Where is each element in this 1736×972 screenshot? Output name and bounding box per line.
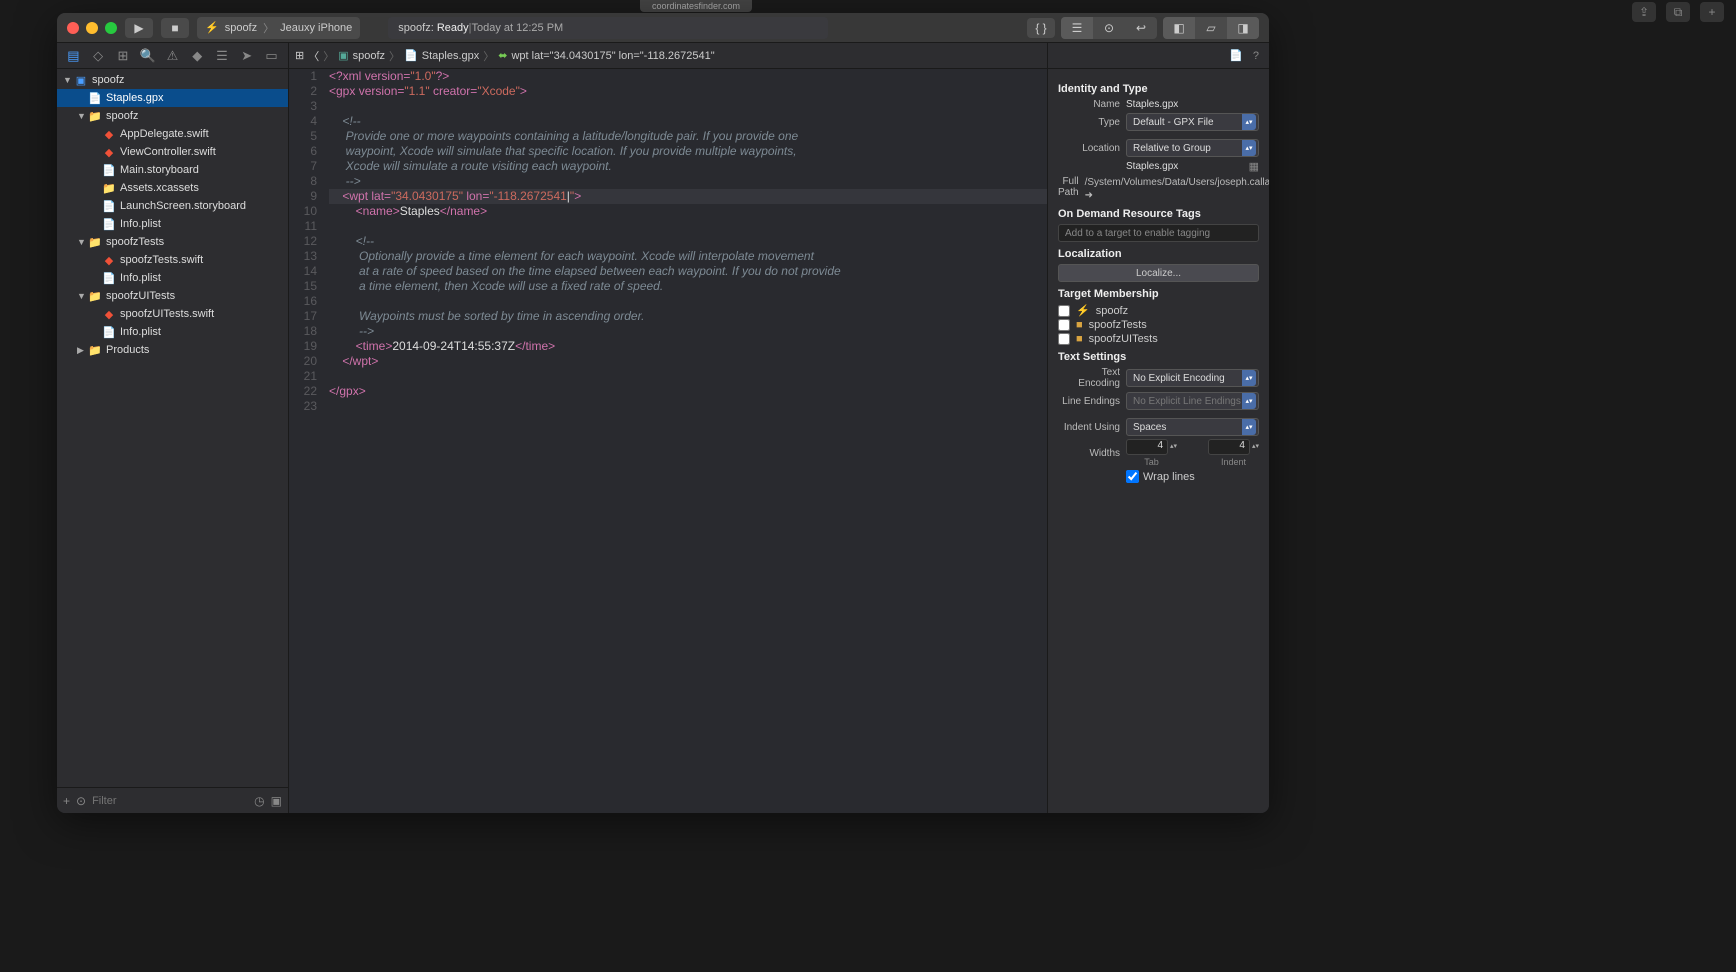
version-editor-button[interactable]: ↩ [1125, 17, 1157, 39]
text-settings-section-header: Text Settings [1058, 351, 1259, 363]
toggle-bottom-panel-button[interactable]: ▱ [1195, 17, 1227, 39]
debug-navigator-tab[interactable]: ☰ [213, 47, 231, 65]
tabs-icon[interactable]: ⧉ [1666, 2, 1690, 22]
activity-status: spoofz: Ready | Today at 12:25 PM [388, 17, 828, 39]
scheme-selector[interactable]: ⚡ spoofz 〉 Jeauxy iPhone [197, 17, 360, 39]
localization-section-header: Localization [1058, 248, 1259, 260]
project-navigator-tab[interactable]: ▤ [64, 47, 82, 65]
tree-item[interactable]: 📁Assets.xcassets [57, 179, 288, 197]
full-path-text: /System/Volumes/Data/Users/joseph.callaw… [1085, 176, 1269, 202]
code-editor[interactable]: 1234567891011121314151617181920212223 <?… [289, 69, 1047, 813]
tree-item[interactable]: ▼📁spoofzUITests [57, 287, 288, 305]
tree-item[interactable]: 📄LaunchScreen.storyboard [57, 197, 288, 215]
target-membership-row[interactable]: ■spoofzUITests [1058, 333, 1259, 345]
target-checkbox[interactable] [1058, 319, 1070, 331]
indent-using-select[interactable]: Spaces▴▾ [1126, 418, 1259, 436]
find-navigator-tab[interactable]: 🔍 [139, 47, 157, 65]
library-button[interactable]: { } [1027, 18, 1055, 38]
target-membership-row[interactable]: ■spoofzTests [1058, 319, 1259, 331]
target-section-header: Target Membership [1058, 288, 1259, 300]
assistant-editor-button[interactable]: ⊙ [1093, 17, 1125, 39]
jump-bar[interactable]: ⊞ 〈 〉 ▣spoofz 〉 📄Staples.gpx 〉 ⬌wpt lat=… [289, 43, 1047, 69]
line-gutter: 1234567891011121314151617181920212223 [289, 69, 325, 813]
choose-location-icon[interactable]: ▦ [1249, 160, 1259, 173]
close-button[interactable] [67, 22, 79, 34]
file-tree[interactable]: ▼▣spoofz📄Staples.gpx▼📁spoofz◆AppDelegate… [57, 69, 288, 787]
jump-bar-file[interactable]: 📄Staples.gpx [404, 49, 479, 62]
traffic-lights [67, 22, 117, 34]
plus-icon[interactable]: + [1700, 2, 1724, 22]
xcode-window: ▶ ■ ⚡ spoofz 〉 Jeauxy iPhone spoofz: Rea… [57, 13, 1269, 813]
navigator-tabs: ▤ ◇ ⊞ 🔍 ⚠ ◆ ☰ ➤ ▭ [57, 43, 288, 69]
inspector-panel: 📄 ? Identity and Type Name Staples.gpx T… [1047, 43, 1269, 813]
line-endings-select[interactable]: No Explicit Line Endings▴▾ [1126, 392, 1259, 410]
toggle-left-panel-button[interactable]: ◧ [1163, 17, 1195, 39]
tree-item[interactable]: 📄Main.storyboard [57, 161, 288, 179]
forward-button[interactable]: 〉 [323, 48, 334, 64]
related-items-icon[interactable]: ⊞ [295, 49, 304, 62]
tree-item[interactable]: ▶📁Products [57, 341, 288, 359]
tab-width-stepper[interactable]: ▴▾ [1170, 444, 1177, 450]
toggle-right-panel-button[interactable]: ◨ [1227, 17, 1259, 39]
file-type-select[interactable]: Default - GPX File▴▾ [1126, 113, 1259, 131]
indent-width-field[interactable]: 4 [1208, 439, 1250, 455]
tree-item[interactable]: ▼▣spoofz [57, 71, 288, 89]
tree-item[interactable]: ◆spoofzTests.swift [57, 251, 288, 269]
navigator-sidebar: ▤ ◇ ⊞ 🔍 ⚠ ◆ ☰ ➤ ▭ ▼▣spoofz📄Staples.gpx▼📁… [57, 43, 289, 813]
filter-icon: ⊙ [76, 794, 86, 808]
jump-bar-symbol[interactable]: ⬌wpt lat="34.0430175" lon="-118.2672541" [498, 49, 714, 62]
reveal-icon[interactable]: ➜ [1085, 190, 1093, 201]
tree-item[interactable]: ▼📁spoofz [57, 107, 288, 125]
identity-section-header: Identity and Type [1058, 83, 1259, 95]
zoom-button[interactable] [105, 22, 117, 34]
filter-input[interactable] [92, 795, 248, 807]
run-button[interactable]: ▶ [125, 18, 153, 38]
wrap-lines-checkbox[interactable] [1126, 470, 1139, 483]
jump-bar-project[interactable]: ▣spoofz [338, 49, 385, 62]
report-navigator-tab[interactable]: ▭ [263, 47, 281, 65]
tree-item[interactable]: 📄Info.plist [57, 215, 288, 233]
tree-item[interactable]: 📄Info.plist [57, 323, 288, 341]
source-control-navigator-tab[interactable]: ◇ [89, 47, 107, 65]
target-membership-row[interactable]: ⚡spoofz [1058, 304, 1259, 317]
tree-item[interactable]: ▼📁spoofzTests [57, 233, 288, 251]
target-checkbox[interactable] [1058, 305, 1070, 317]
share-icon[interactable]: ⇪ [1632, 2, 1656, 22]
tree-item[interactable]: ◆AppDelegate.swift [57, 125, 288, 143]
filter-bar: + ⊙ ◷ ▣ [57, 787, 288, 813]
file-inspector-tab[interactable]: 📄 [1229, 49, 1243, 62]
ondemand-section-header: On Demand Resource Tags [1058, 208, 1259, 220]
test-navigator-tab[interactable]: ◆ [188, 47, 206, 65]
titlebar: ▶ ■ ⚡ spoofz 〉 Jeauxy iPhone spoofz: Rea… [57, 13, 1269, 43]
tree-item[interactable]: ◆ViewController.swift [57, 143, 288, 161]
localize-button[interactable]: Localize... [1058, 264, 1259, 282]
inspector-tabs: 📄 ? [1048, 43, 1269, 69]
breakpoint-navigator-tab[interactable]: ➤ [238, 47, 256, 65]
code-content[interactable]: <?xml version="1.0"?><gpx version="1.1" … [325, 69, 1047, 813]
indent-width-stepper[interactable]: ▴▾ [1252, 444, 1259, 450]
tab-width-field[interactable]: 4 [1126, 439, 1168, 455]
text-encoding-select[interactable]: No Explicit Encoding▴▾ [1126, 369, 1259, 387]
scm-icon[interactable]: ▣ [271, 794, 282, 808]
recent-icon[interactable]: ◷ [254, 794, 264, 808]
tree-item[interactable]: 📄Info.plist [57, 269, 288, 287]
ondemand-tags-input: Add to a target to enable tagging [1058, 224, 1259, 242]
target-checkbox[interactable] [1058, 333, 1070, 345]
background-buttons: ⇪ ⧉ + [1632, 2, 1724, 22]
help-inspector-tab[interactable]: ? [1253, 50, 1259, 62]
stop-button[interactable]: ■ [161, 18, 189, 38]
symbol-navigator-tab[interactable]: ⊞ [114, 47, 132, 65]
back-button[interactable]: 〈 [308, 48, 319, 64]
issue-navigator-tab[interactable]: ⚠ [163, 47, 181, 65]
add-icon[interactable]: + [63, 794, 70, 808]
standard-editor-button[interactable]: ☰ [1061, 17, 1093, 39]
tree-item[interactable]: ◆spoofzUITests.swift [57, 305, 288, 323]
background-browser-tab: coordinatesfinder.com [640, 0, 752, 12]
file-name-field[interactable]: Staples.gpx [1126, 99, 1259, 110]
tree-item[interactable]: 📄Staples.gpx [57, 89, 288, 107]
minimize-button[interactable] [86, 22, 98, 34]
editor-area: ⊞ 〈 〉 ▣spoofz 〉 📄Staples.gpx 〉 ⬌wpt lat=… [289, 43, 1047, 813]
location-select[interactable]: Relative to Group▴▾ [1126, 139, 1259, 157]
